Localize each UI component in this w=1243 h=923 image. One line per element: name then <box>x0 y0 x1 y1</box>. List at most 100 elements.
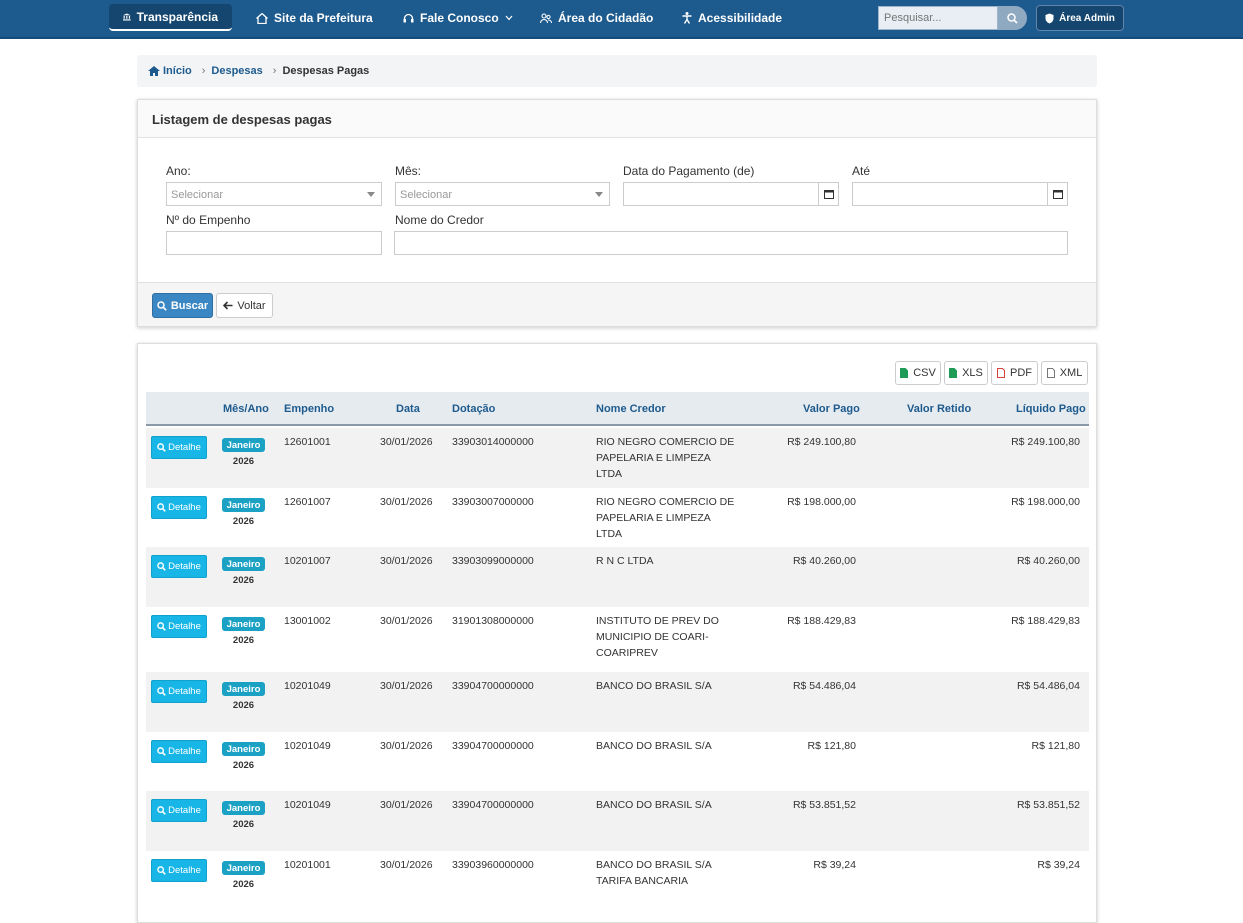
nav-label: Transparência <box>136 9 218 24</box>
liquido-pago-value: R$ 188.429,83 <box>1011 615 1080 627</box>
file-csv-icon <box>900 368 909 378</box>
table-row: Detalhe Janeiro 2026 12601007 30/01/2026 3390… <box>146 488 1089 547</box>
calendar-icon[interactable] <box>1047 183 1067 205</box>
ano-value: 2026 <box>232 635 255 646</box>
detalhe-button[interactable]: Detalhe <box>151 496 207 519</box>
ano-label: Ano: <box>166 164 191 178</box>
shield-icon <box>1045 13 1054 23</box>
calendar-icon[interactable] <box>818 183 838 205</box>
panel-footer: Buscar Voltar <box>138 282 1096 326</box>
detalhe-label: Detalhe <box>168 502 201 513</box>
empenho-input[interactable] <box>166 231 382 255</box>
valor-pago-value: R$ 54.486,04 <box>792 680 856 692</box>
credor-value: RIO NEGRO COMERCIO DE PAPELARIA E LIMPEZ… <box>596 436 735 480</box>
valor-pago-value: R$ 121,80 <box>807 740 856 752</box>
detalhe-button[interactable]: Detalhe <box>151 615 207 638</box>
nav-label: Área do Cidadão <box>558 11 654 25</box>
search-button[interactable] <box>998 6 1027 30</box>
detalhe-button[interactable]: Detalhe <box>151 680 207 703</box>
results-panel: CSV XLS PDF XML Mês/Ano Empenho Data Dot… <box>137 343 1097 923</box>
detalhe-label: Detalhe <box>168 746 201 757</box>
ano-value: 2026 <box>232 700 255 711</box>
th-mes-ano[interactable]: Mês/Ano <box>223 403 269 415</box>
ano-value: 2026 <box>232 456 255 467</box>
ano-select-value: Selecionar <box>171 189 223 201</box>
export-xml-button[interactable]: XML <box>1041 361 1088 385</box>
detalhe-button[interactable]: Detalhe <box>151 436 207 459</box>
data-value: 30/01/2026 <box>380 436 433 448</box>
empenho-value: 10201007 <box>284 555 331 567</box>
liquido-pago-value: R$ 39,24 <box>1037 859 1080 871</box>
admin-area-button[interactable]: Área Admin <box>1036 5 1124 31</box>
empenho-value: 12601001 <box>284 436 331 448</box>
valor-pago-value: R$ 198.000,00 <box>787 496 856 508</box>
th-empenho[interactable]: Empenho <box>284 403 334 415</box>
empenho-label: Nº do Empenho <box>166 213 251 227</box>
th-liquido-pago[interactable]: Líquido Pago <box>1016 403 1086 415</box>
export-pdf-button[interactable]: PDF <box>991 361 1038 385</box>
data-value: 30/01/2026 <box>380 680 433 692</box>
nav-acessibilidade[interactable]: Acessibilidade <box>682 5 782 31</box>
nav-transparencia[interactable]: Transparência <box>109 4 232 31</box>
export-csv-label: CSV <box>913 367 936 379</box>
th-valor-retido[interactable]: Valor Retido <box>907 403 971 415</box>
data-pagamento-input[interactable] <box>623 182 839 206</box>
ano-select[interactable]: Selecionar <box>166 182 382 206</box>
credor-value: RIO NEGRO COMERCIO DE PAPELARIA E LIMPEZ… <box>596 496 735 540</box>
voltar-button[interactable]: Voltar <box>216 293 273 318</box>
buscar-label: Buscar <box>170 299 209 312</box>
nav-site-prefeitura[interactable]: Site da Prefeitura <box>256 5 373 31</box>
ate-input[interactable] <box>852 182 1068 206</box>
bank-icon <box>123 12 131 21</box>
credor-value: BANCO DO BRASIL S/A <box>596 680 712 692</box>
search-icon <box>157 503 166 512</box>
file-excel-icon <box>949 368 958 378</box>
liquido-pago-value: R$ 54.486,04 <box>1016 680 1080 692</box>
th-data[interactable]: Data <box>396 403 420 415</box>
export-xml-label: XML <box>1059 367 1083 379</box>
empenho-value: 10201049 <box>284 799 331 811</box>
detalhe-button[interactable]: Detalhe <box>151 740 207 763</box>
breadcrumb-despesas[interactable]: Despesas <box>211 65 262 77</box>
export-xls-label: XLS <box>962 367 983 379</box>
dotacao-value: 33904700000000 <box>452 799 534 811</box>
liquido-pago-value: R$ 53.851,52 <box>1016 799 1080 811</box>
export-csv-button[interactable]: CSV <box>895 361 941 385</box>
mes-badge: Janeiro <box>222 742 265 756</box>
nav-area-cidadao[interactable]: Área do Cidadão <box>540 5 653 31</box>
headset-icon <box>403 13 414 22</box>
credor-label: Nome do Credor <box>395 213 484 227</box>
accessibility-icon <box>682 12 692 24</box>
credor-input[interactable] <box>394 231 1068 255</box>
liquido-pago-value: R$ 40.260,00 <box>1016 555 1080 567</box>
credor-value: INSTITUTO DE PREV DO MUNICIPIO DE COARI-… <box>596 615 719 659</box>
th-nome-credor[interactable]: Nome Credor <box>596 403 666 415</box>
mes-select[interactable]: Selecionar <box>395 182 610 206</box>
detalhe-button[interactable]: Detalhe <box>151 555 207 578</box>
search-icon <box>157 300 167 311</box>
th-dotacao[interactable]: Dotação <box>452 403 495 415</box>
export-xls-button[interactable]: XLS <box>944 361 988 385</box>
detalhe-label: Detalhe <box>168 686 201 697</box>
dotacao-value: 33904700000000 <box>452 680 534 692</box>
detalhe-label: Detalhe <box>168 621 201 632</box>
breadcrumb-separator: › <box>201 65 206 77</box>
buscar-button[interactable]: Buscar <box>152 293 213 318</box>
nav-fale-conosco[interactable]: Fale Conosco <box>403 5 519 31</box>
detalhe-button[interactable]: Detalhe <box>151 859 207 882</box>
data-pagamento-label: Data do Pagamento (de) <box>623 164 755 178</box>
search-input[interactable] <box>878 6 998 30</box>
liquido-pago-value: R$ 121,80 <box>1031 740 1080 752</box>
search-icon <box>157 687 166 696</box>
breadcrumb-home[interactable]: Início <box>148 65 192 77</box>
breadcrumb: Início › Despesas › Despesas Pagas <box>137 55 1097 87</box>
mes-badge: Janeiro <box>222 438 265 452</box>
th-valor-pago[interactable]: Valor Pago <box>803 403 860 415</box>
arrow-left-icon <box>223 301 233 310</box>
file-code-icon <box>1046 368 1055 378</box>
detalhe-button[interactable]: Detalhe <box>151 799 207 822</box>
dotacao-value: 33903099000000 <box>452 555 534 567</box>
search-icon <box>157 747 166 756</box>
dotacao-value: 33904700000000 <box>452 740 534 752</box>
caret-down-icon <box>367 192 375 197</box>
